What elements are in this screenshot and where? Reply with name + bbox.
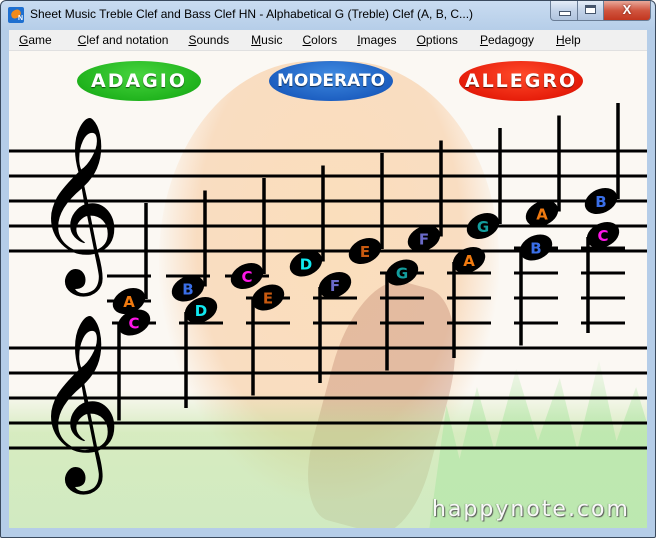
menu-label: lef and notation bbox=[86, 33, 169, 47]
menu-label: ame bbox=[28, 33, 52, 47]
note-label-b: B bbox=[595, 193, 606, 211]
note-label-b: B bbox=[182, 281, 193, 299]
close-icon: X bbox=[622, 2, 632, 17]
treble-clef-icon: 𝄞 bbox=[33, 313, 122, 495]
menu-accelerator: H bbox=[556, 33, 565, 47]
note-label-d: D bbox=[300, 256, 312, 274]
note-label-c: C bbox=[241, 268, 252, 286]
score-canvas: 𝄞ABCDEFGAB𝄞 CDEFGABC bbox=[9, 103, 647, 495]
menu-label: ounds bbox=[196, 33, 230, 47]
menu-options[interactable]: Options bbox=[417, 30, 458, 50]
menu-clef-and-notation[interactable]: Clef and notation bbox=[78, 30, 169, 50]
menu-music[interactable]: Music bbox=[251, 30, 282, 50]
menu-pedagogy[interactable]: Pedagogy bbox=[480, 30, 534, 50]
app-icon[interactable]: N bbox=[8, 7, 24, 23]
menu-game[interactable]: Game bbox=[19, 30, 52, 50]
menu-label: usic bbox=[261, 33, 283, 47]
menu-images[interactable]: Images bbox=[357, 30, 396, 50]
menu-label: edagogy bbox=[487, 33, 534, 47]
note-label-c: C bbox=[128, 315, 139, 333]
note-label-e: E bbox=[263, 290, 273, 308]
note-label-b: B bbox=[530, 240, 541, 258]
note-label-c: C bbox=[597, 227, 608, 245]
menu-label: olors bbox=[311, 33, 338, 47]
menu-label: ptions bbox=[425, 33, 458, 47]
note-label-a: A bbox=[536, 206, 548, 224]
window-title: Sheet Music Treble Clef and Bass Clef HN… bbox=[30, 7, 474, 21]
note-label-g: G bbox=[396, 265, 408, 283]
note-label-f: F bbox=[330, 277, 340, 295]
menu-accelerator: M bbox=[251, 33, 262, 47]
close-button[interactable]: X bbox=[604, 1, 651, 21]
game-area: ADAGIO MODERATO ALLEGRO 𝄞 A B C D E F G A B 𝄞 C D E F G… bbox=[9, 51, 647, 528]
menu-label: elp bbox=[564, 33, 581, 47]
minimize-icon bbox=[559, 11, 571, 16]
watermark: happynote.com bbox=[432, 497, 630, 522]
caption-buttons: X bbox=[550, 1, 651, 21]
menu-accelerator: C bbox=[302, 33, 312, 47]
menu-accelerator: G bbox=[19, 33, 29, 47]
menu-colors[interactable]: Colors bbox=[303, 30, 338, 50]
note-label-a: A bbox=[123, 293, 135, 311]
title-bar: N Sheet Music Treble Clef and Bass Clef … bbox=[1, 1, 655, 29]
note-label-d: D bbox=[195, 302, 207, 320]
note-label-e: E bbox=[360, 243, 370, 261]
minimize-button[interactable] bbox=[550, 1, 578, 21]
note-label-a: A bbox=[463, 252, 475, 270]
menu-accelerator: O bbox=[416, 33, 426, 47]
menu-label: mages bbox=[360, 33, 397, 47]
menu-help[interactable]: Help bbox=[556, 30, 581, 50]
menu-bar: Game Clef and notation Sounds Music Colors Im… bbox=[9, 30, 647, 51]
treble-clef-icon: 𝄞 bbox=[33, 115, 122, 297]
maximize-icon bbox=[585, 5, 596, 14]
note-label-g: G bbox=[477, 218, 489, 236]
menu-accelerator: P bbox=[479, 33, 488, 47]
maximize-button[interactable] bbox=[578, 1, 604, 21]
app-window: N Sheet Music Treble Clef and Bass Clef … bbox=[0, 0, 656, 538]
note-label-f: F bbox=[419, 231, 429, 249]
menu-sounds[interactable]: Sounds bbox=[188, 30, 229, 50]
